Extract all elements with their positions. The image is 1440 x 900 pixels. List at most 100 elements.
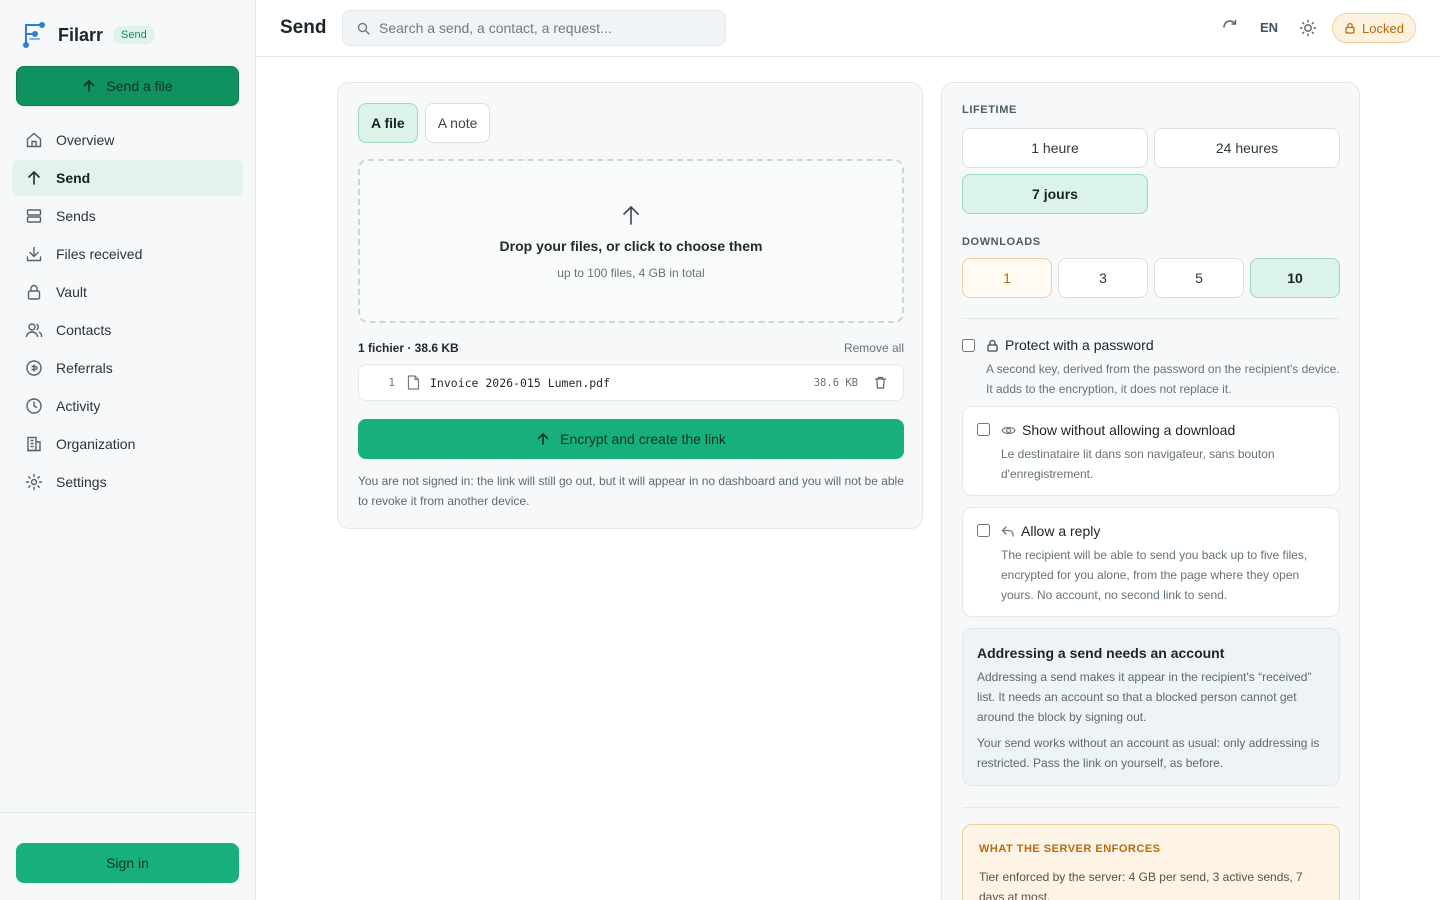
sidebar-item-files-received[interactable]: Files received: [12, 236, 243, 272]
lock-icon: [24, 282, 44, 302]
server-enforcement-notice: WHAT THE SERVER ENFORCES Tier enforced b…: [962, 824, 1340, 900]
encrypt-label: Encrypt and create the link: [560, 431, 726, 447]
dropzone-subtitle: up to 100 files, 4 GB in total: [557, 266, 705, 280]
sidebar-item-label: Files received: [56, 246, 143, 262]
sidebar-item-activity[interactable]: Activity: [12, 388, 243, 424]
topbar: Send EN Locked: [256, 0, 1440, 57]
downloads-option-5[interactable]: 5: [1154, 258, 1244, 298]
refresh-icon[interactable]: [1221, 18, 1239, 36]
password-checkbox[interactable]: [962, 339, 975, 352]
view-only-desc-line2: d'enregistrement.: [1001, 467, 1094, 481]
compose-card: A file A note Drop your files, or click …: [337, 82, 923, 529]
sidebar-item-vault[interactable]: Vault: [12, 274, 243, 310]
sidebar-item-sends[interactable]: Sends: [12, 198, 243, 234]
unsigned-notice: You are not signed in: the link will sti…: [358, 474, 904, 508]
sidebar-item-label: Activity: [56, 398, 101, 414]
password-desc-line1: A second key, derived from the password …: [986, 362, 1340, 376]
app-name: Filarr: [58, 24, 104, 45]
password-title-text: Protect with a password: [1005, 337, 1154, 353]
divider: [962, 318, 1340, 319]
gear-icon: [24, 472, 44, 492]
reply-title: Allow a reply: [1001, 523, 1100, 539]
mode-tabs: A file A note: [358, 103, 497, 143]
account-notice-text-2: Your send works without an account as us…: [977, 736, 1320, 770]
sidebar-item-settings[interactable]: Settings: [12, 464, 243, 500]
home-icon: [24, 130, 44, 150]
sidebar-item-contacts[interactable]: Contacts: [12, 312, 243, 348]
arrow-up-icon: [537, 433, 549, 445]
send-file-label: Send a file: [106, 78, 173, 94]
send-file-button[interactable]: Send a file: [16, 66, 239, 106]
users-icon: [24, 320, 44, 340]
list-icon: [24, 206, 44, 226]
downloads-label: DOWNLOADS: [962, 236, 1041, 248]
divider: [962, 807, 1340, 808]
account-notice-title: Addressing a send needs an account: [977, 645, 1225, 661]
reply-icon: [1001, 525, 1014, 537]
sidebar-item-organization[interactable]: Organization: [12, 426, 243, 462]
file-row: 1 Invoice 2026-015 Lumen.pdf 38.6 KB: [358, 364, 904, 401]
clock-icon: [24, 396, 44, 416]
lifetime-option-24h[interactable]: 24 heures: [1154, 128, 1340, 168]
downloads-option-10[interactable]: 10: [1250, 258, 1340, 298]
reply-title-text: Allow a reply: [1021, 523, 1101, 539]
trash-icon[interactable]: [874, 376, 887, 389]
lock-icon: [987, 339, 998, 352]
files-summary: 1 fichier · 38.6 KB: [358, 341, 459, 355]
downloads-option-3[interactable]: 3: [1058, 258, 1148, 298]
sidebar-item-label: Overview: [56, 132, 115, 148]
reply-checkbox[interactable]: [977, 524, 990, 537]
password-description: A second key, derived from the password …: [986, 359, 1340, 399]
file-dropzone[interactable]: Drop your files, or click to choose them…: [358, 159, 904, 323]
reply-option: Allow a reply The recipient will be able…: [962, 507, 1340, 617]
password-option: Protect with a password A second key, de…: [962, 337, 1340, 397]
page-title: Send: [280, 17, 327, 38]
files-header: 1 fichier · 38.6 KB Remove all: [358, 341, 904, 355]
view-only-option: Show without allowing a download Le dest…: [962, 406, 1340, 496]
sidebar-item-label: Sends: [56, 208, 96, 224]
view-only-checkbox[interactable]: [977, 423, 990, 436]
lock-icon: [1345, 22, 1355, 34]
view-only-description: Le destinataire lit dans son navigateur,…: [1001, 444, 1321, 484]
server-notice-title: WHAT THE SERVER ENFORCES: [979, 843, 1161, 855]
account-notice: Addressing a send needs an account Addre…: [962, 628, 1340, 786]
lifetime-option-1h[interactable]: 1 heure: [962, 128, 1148, 168]
sun-icon[interactable]: [1299, 19, 1317, 37]
sidebar-item-referrals[interactable]: Referrals: [12, 350, 243, 386]
language-switcher[interactable]: EN: [1260, 20, 1278, 35]
lifetime-option-7d[interactable]: 7 jours: [962, 174, 1148, 214]
brand[interactable]: Filarr Send: [22, 20, 155, 50]
server-notice-text: Tier enforced by the server: 4 GB per se…: [979, 870, 1303, 900]
encrypt-create-link-button[interactable]: Encrypt and create the link: [358, 419, 904, 459]
view-only-title: Show without allowing a download: [1001, 422, 1235, 438]
search-input[interactable]: [379, 20, 699, 36]
sidebar-item-send[interactable]: Send: [12, 160, 243, 196]
dropzone-title: Drop your files, or click to choose them: [499, 238, 763, 254]
building-icon: [24, 434, 44, 454]
options-card: LIFETIME 1 heure 24 heures 7 jours DOWNL…: [941, 82, 1360, 900]
download-icon: [24, 244, 44, 264]
file-size: 38.6 KB: [813, 376, 858, 389]
locked-label: Locked: [1362, 20, 1404, 36]
remove-all-link[interactable]: Remove all: [844, 341, 904, 355]
eye-icon: [1001, 426, 1016, 434]
lifetime-label: LIFETIME: [962, 104, 1017, 116]
arrow-up-icon: [24, 168, 44, 188]
sidebar-item-label: Referrals: [56, 360, 113, 376]
account-notice-text: Addressing a send makes it appear in the…: [977, 670, 1312, 724]
sign-in-button[interactable]: Sign in: [16, 843, 239, 883]
downloads-option-1[interactable]: 1: [962, 258, 1052, 298]
sidebar-item-overview[interactable]: Overview: [12, 122, 243, 158]
gift-icon: [24, 358, 44, 378]
locked-status-badge[interactable]: Locked: [1332, 13, 1416, 43]
view-only-title-text: Show without allowing a download: [1022, 422, 1236, 438]
search-box[interactable]: [342, 10, 726, 46]
tab-note[interactable]: A note: [424, 103, 491, 143]
sidebar-item-label: Organization: [56, 436, 136, 452]
sidebar-item-label: Contacts: [56, 322, 112, 338]
upload-arrow-icon: [623, 206, 639, 225]
search-icon: [357, 22, 370, 35]
filarr-logo-icon: [23, 22, 45, 48]
tab-file[interactable]: A file: [358, 103, 418, 143]
sidebar-nav: Overview Send Sends Files received Vault…: [12, 122, 243, 502]
